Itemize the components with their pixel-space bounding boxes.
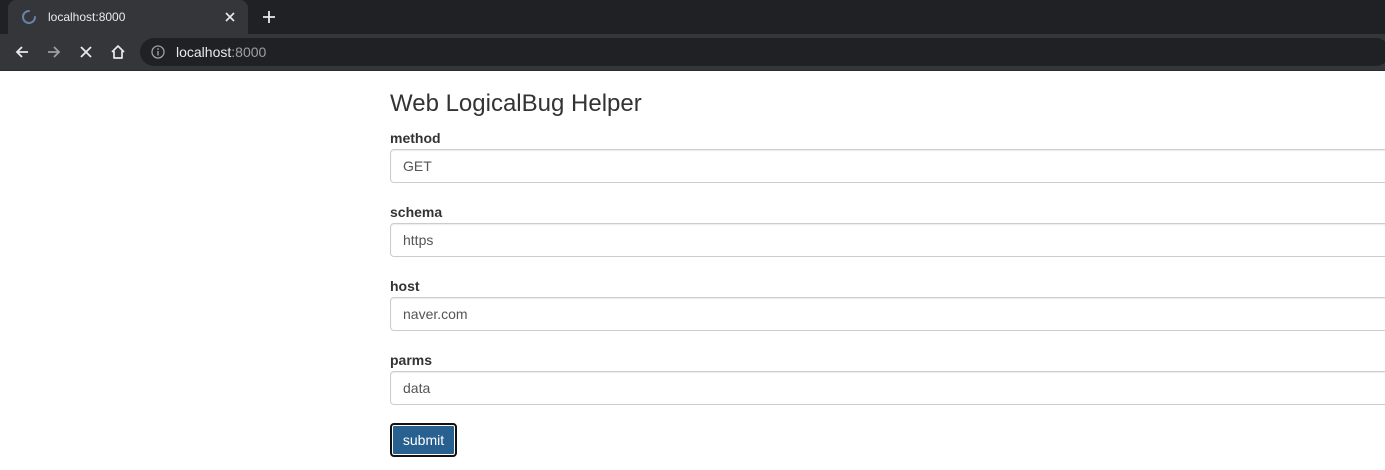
back-arrow-icon[interactable] bbox=[8, 38, 36, 66]
stop-close-icon[interactable] bbox=[72, 38, 100, 66]
host-label: host bbox=[390, 278, 420, 294]
parms-input[interactable] bbox=[390, 371, 1385, 405]
page-content: Web LogicalBug Helper method schema host… bbox=[0, 71, 1385, 470]
schema-input[interactable] bbox=[390, 223, 1385, 257]
forward-arrow-icon[interactable] bbox=[40, 38, 68, 66]
loading-spinner-icon bbox=[20, 8, 38, 26]
schema-field-group: schema bbox=[390, 202, 1385, 257]
browser-tabstrip: localhost:8000 bbox=[0, 0, 1385, 34]
method-label: method bbox=[390, 130, 441, 146]
url-port: :8000 bbox=[231, 44, 267, 60]
tab-title: localhost:8000 bbox=[48, 10, 126, 24]
tab-close-icon[interactable] bbox=[220, 7, 240, 27]
page-title: Web LogicalBug Helper bbox=[390, 90, 642, 117]
new-tab-plus-icon[interactable] bbox=[258, 6, 280, 28]
method-input[interactable] bbox=[390, 149, 1385, 183]
host-input[interactable] bbox=[390, 297, 1385, 331]
schema-label: schema bbox=[390, 204, 443, 220]
method-field-group: method bbox=[390, 128, 1385, 183]
address-bar[interactable]: localhost:8000 bbox=[140, 38, 1385, 66]
info-icon[interactable] bbox=[150, 44, 166, 60]
browser-tab[interactable]: localhost:8000 bbox=[8, 0, 248, 34]
parms-field-group: parms bbox=[390, 350, 1385, 405]
host-field-group: host bbox=[390, 276, 1385, 331]
home-icon[interactable] bbox=[104, 38, 132, 66]
parms-label: parms bbox=[390, 352, 433, 368]
url-text: localhost:8000 bbox=[176, 44, 266, 60]
browser-toolbar: localhost:8000 bbox=[0, 34, 1385, 71]
url-host: localhost bbox=[176, 44, 232, 60]
submit-button[interactable]: submit bbox=[390, 423, 457, 457]
